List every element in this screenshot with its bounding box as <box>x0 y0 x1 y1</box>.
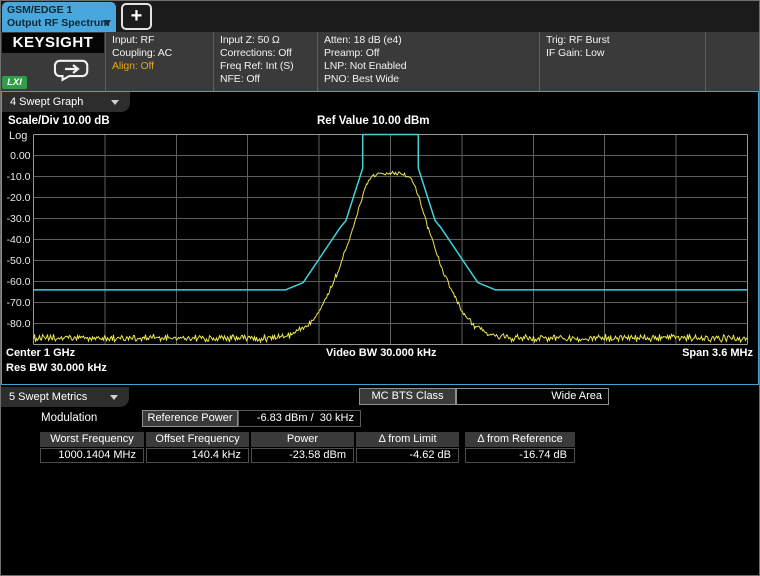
status-lnp: LNP: Not Enabled <box>324 60 533 73</box>
status-input: Input: RF <box>112 34 207 47</box>
brand-name: KEYSIGHT <box>2 33 104 53</box>
tab-mode-name: GSM/EDGE 1 <box>7 4 116 17</box>
col-header-delta-reference: Δ from Reference <box>465 432 575 447</box>
video-bw-label: Video BW 30.000 kHz <box>326 347 436 359</box>
col-header-delta-limit: Δ from Limit <box>356 432 459 447</box>
metrics-window-selector[interactable]: 5 Swept Metrics <box>1 387 129 407</box>
mc-bts-class-label: MC BTS Class <box>359 388 456 405</box>
chevron-down-icon <box>111 100 119 105</box>
lxi-badge: LXI <box>2 76 27 89</box>
svg-text:-80.0: -80.0 <box>7 318 31 330</box>
col-header-power: Power <box>251 432 354 447</box>
metrics-table-header-row: Worst Frequency Offset Frequency Power Δ… <box>40 432 575 447</box>
metrics-table: Worst Frequency Offset Frequency Power Δ… <box>40 432 575 463</box>
status-atten: Atten: 18 dB (e4) <box>324 34 533 47</box>
center-freq-label: Center 1 GHz <box>6 347 75 359</box>
swept-metrics-window[interactable]: 5 Swept Metrics MC BTS Class Wide Area M… <box>1 386 759 575</box>
col-header-worst-frequency: Worst Frequency <box>40 432 144 447</box>
col-header-offset-frequency: Offset Frequency <box>146 432 249 447</box>
reference-power-label: Reference Power <box>142 410 238 427</box>
swept-graph-window[interactable]: 0.00 -10.0 -20.0 -30.0 -40.0 -50.0 -60.0 -70.0 -… <box>1 91 759 385</box>
span-label: Span 3.6 MHz <box>682 347 753 359</box>
scale-div-label: Scale/Div 10.00 dB <box>8 115 110 127</box>
status-col-empty <box>705 32 759 91</box>
svg-text:-60.0: -60.0 <box>7 276 31 288</box>
status-input-z: Input Z: 50 Ω <box>220 34 311 47</box>
status-corrections: Corrections: Off <box>220 47 311 60</box>
svg-text:0.00: 0.00 <box>10 150 31 162</box>
status-header[interactable]: KEYSIGHT LXI Input: RF Coupling: AC Alig… <box>1 32 759 91</box>
spectrum-plot: 0.00 -10.0 -20.0 -30.0 -40.0 -50.0 -60.0 -70.0 -… <box>2 92 758 384</box>
mc-bts-class-value[interactable]: Wide Area <box>456 388 609 405</box>
svg-text:-20.0: -20.0 <box>7 192 31 204</box>
status-col-atten: Atten: 18 dB (e4) Preamp: Off LNP: Not E… <box>317 32 539 91</box>
metrics-table-row: 1000.1404 MHz 140.4 kHz -23.58 dBm -4.62… <box>40 448 575 463</box>
ref-value-label: Ref Value 10.00 dBm <box>317 115 430 127</box>
chevron-down-icon <box>110 395 118 400</box>
tab-chevron-down-icon[interactable] <box>103 20 111 26</box>
power-value: -23.58 dBm <box>251 448 354 463</box>
keysight-logo: KEYSIGHT LXI <box>1 32 105 91</box>
status-nfe: NFE: Off <box>220 73 311 86</box>
instrument-screen: GSM/EDGE 1 Output RF Spectrum + KEYSIGHT… <box>0 0 760 576</box>
status-if-gain: IF Gain: Low <box>546 47 699 60</box>
tab-measurement-name: Output RF Spectrum <box>7 17 116 30</box>
measurement-tab[interactable]: GSM/EDGE 1 Output RF Spectrum <box>2 2 116 32</box>
delta-reference-value: -16.74 dB <box>465 448 575 463</box>
svg-text:-40.0: -40.0 <box>7 234 31 246</box>
status-coupling: Coupling: AC <box>112 47 207 60</box>
status-align: Align: Off <box>112 60 207 73</box>
worst-frequency-value: 1000.1404 MHz <box>40 448 144 463</box>
status-col-impedance: Input Z: 50 Ω Corrections: Off Freq Ref:… <box>213 32 317 91</box>
modulation-label: Modulation <box>41 412 97 424</box>
graph-window-selector-label: 4 Swept Graph <box>10 96 83 108</box>
status-preamp: Preamp: Off <box>324 47 533 60</box>
add-tab-button[interactable]: + <box>121 3 152 30</box>
status-pno: PNO: Best Wide <box>324 73 533 86</box>
status-freq-ref: Freq Ref: Int (S) <box>220 60 311 73</box>
amplitude-scale-label: Log <box>9 130 27 142</box>
svg-text:-30.0: -30.0 <box>7 213 31 225</box>
delta-limit-value: -4.62 dB <box>356 448 459 463</box>
tab-bar: GSM/EDGE 1 Output RF Spectrum + <box>1 1 759 32</box>
remote-message-icon <box>53 58 91 82</box>
offset-frequency-value: 140.4 kHz <box>146 448 249 463</box>
status-col-input: Input: RF Coupling: AC Align: Off <box>105 32 213 91</box>
status-trig: Trig: RF Burst <box>546 34 699 47</box>
res-bw-label: Res BW 30.000 kHz <box>6 362 107 374</box>
metrics-window-selector-label: 5 Swept Metrics <box>9 391 87 403</box>
graph-window-selector[interactable]: 4 Swept Graph <box>2 92 130 112</box>
svg-text:-50.0: -50.0 <box>7 255 31 267</box>
reference-power-value: -6.83 dBm / 30 kHz <box>238 410 361 427</box>
svg-text:-10.0: -10.0 <box>7 171 31 183</box>
status-col-trigger: Trig: RF Burst IF Gain: Low <box>539 32 705 91</box>
svg-text:-70.0: -70.0 <box>7 297 31 309</box>
